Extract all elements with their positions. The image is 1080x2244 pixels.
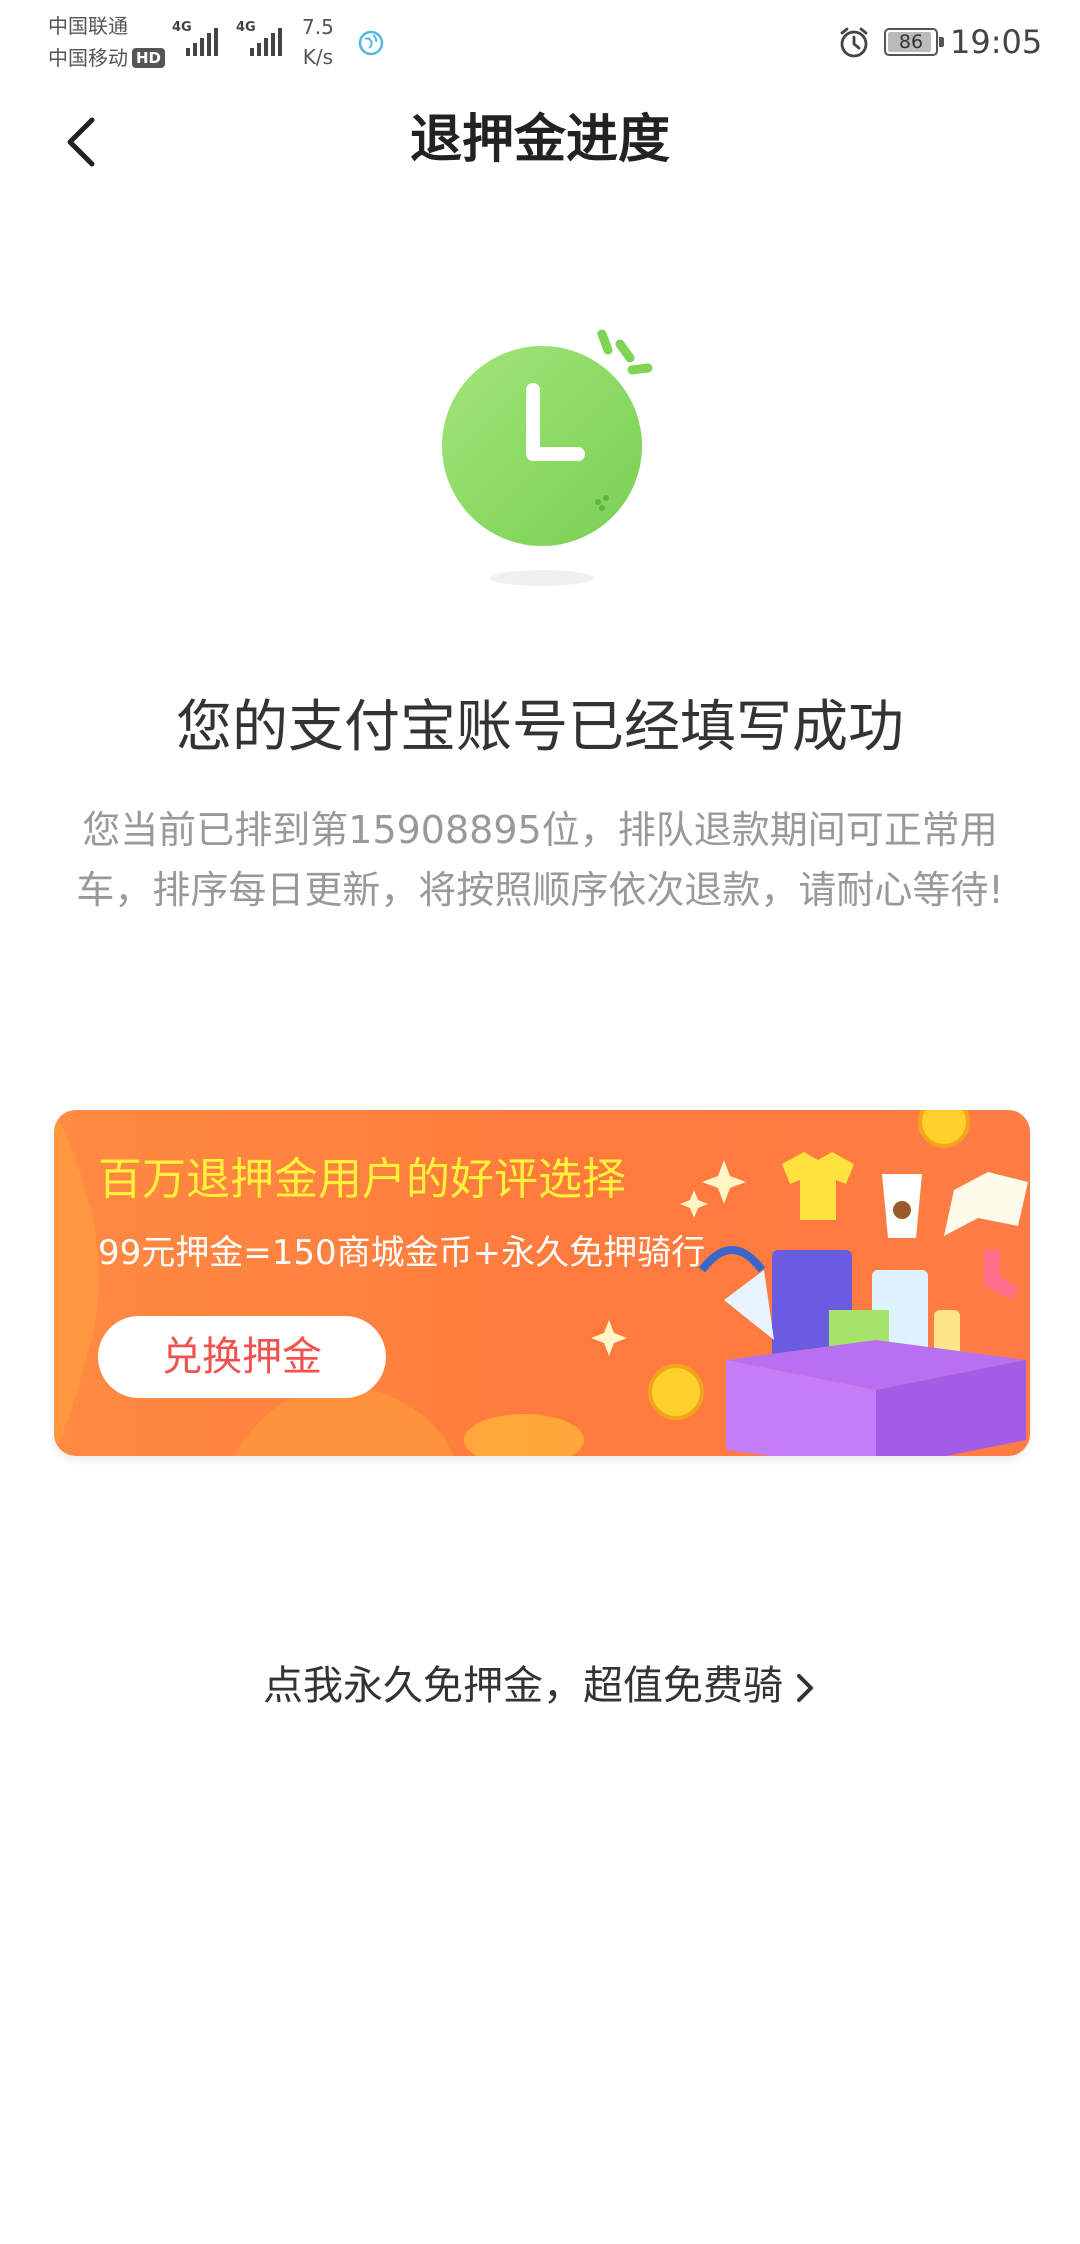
globe-icon <box>358 30 384 56</box>
alarm-icon <box>840 27 868 58</box>
signal-strength-icon: 4G <box>236 18 286 58</box>
status-bar: 中国联通 中国移动 HD 4G 4G 7.5 K/s 86 19:05 <box>0 0 1080 84</box>
promo-banner[interactable]: 百万退押金用户的好评选择 99元押金=150商城金币+永久免押骑行 兑换押金 <box>54 1110 1030 1456</box>
banner-offer-text: 99元押金=150商城金币+永久免押骑行 <box>98 1233 706 1273</box>
carrier-name-1: 中国联通 <box>48 14 128 38</box>
battery-level: 86 <box>898 31 924 53</box>
chevron-right-icon <box>797 1674 813 1702</box>
network-speed: 7.5 K/s <box>302 12 334 72</box>
carrier-name-2: 中国移动 <box>48 46 128 70</box>
speed-value: 7.5 <box>302 15 334 39</box>
queue-message: 您当前已排到第15908895位，排队退款期间可正常用车，排序每日更新，将按照顺… <box>76 808 1004 912</box>
exchange-deposit-button[interactable]: 兑换押金 <box>98 1316 386 1398</box>
speed-unit: K/s <box>302 45 334 69</box>
signal-indicators: 4G 4G <box>172 18 286 58</box>
status-time: 19:05 <box>950 23 1043 61</box>
banner-headline: 百万退押金用户的好评选择 <box>98 1154 626 1205</box>
signal-strength-icon: 4G <box>172 18 222 58</box>
battery-icon: 86 <box>884 28 944 56</box>
hd-badge: HD <box>132 48 166 68</box>
page-title: 退押金进度 <box>409 110 670 170</box>
carrier-info: 中国联通 中国移动 HD <box>48 10 166 74</box>
free-deposit-link-label: 点我永久免押金，超值免费骑 <box>263 1663 783 1709</box>
success-title: 您的支付宝账号已经填写成功 <box>176 695 904 760</box>
free-deposit-link[interactable]: 点我永久免押金，超值免费骑 <box>0 1656 1080 1716</box>
clock-illustration-icon <box>442 329 653 586</box>
